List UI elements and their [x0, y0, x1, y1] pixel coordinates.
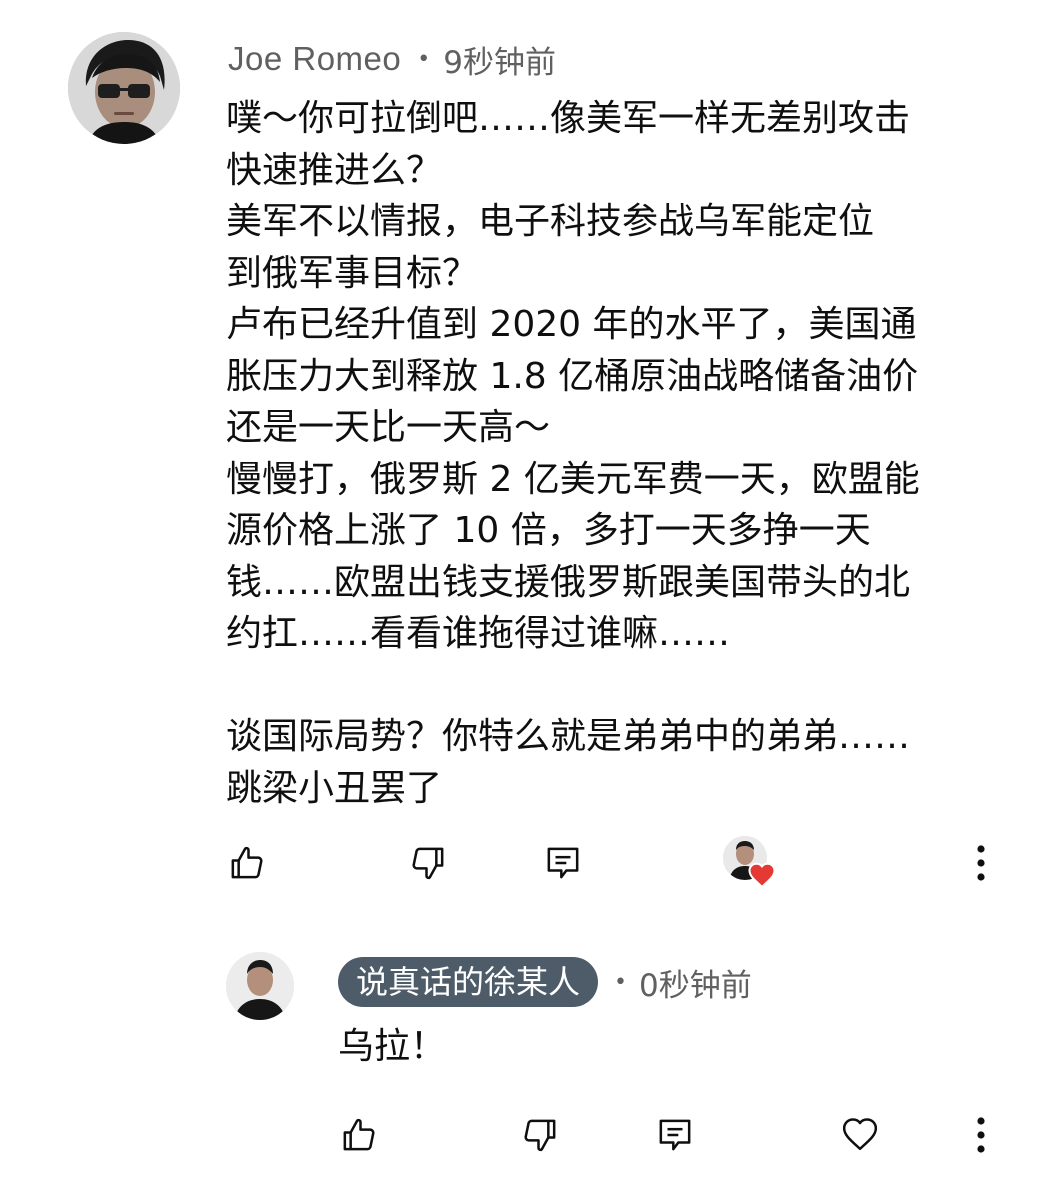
comment-reply-icon — [547, 847, 579, 879]
reply-avatar[interactable] — [226, 952, 294, 1020]
thumb-down-icon — [524, 1119, 556, 1152]
comment-header: Joe Romeo • 9秒钟前 — [228, 36, 556, 82]
creator-heart-badge — [719, 833, 779, 893]
reply-time: 0秒钟前 — [639, 967, 752, 1004]
dislike-button[interactable] — [510, 1105, 570, 1165]
separator-dot: • — [614, 969, 627, 995]
thumb-up-icon — [343, 1118, 375, 1151]
comment-reply-icon — [659, 1119, 691, 1151]
creator-name-badge[interactable]: 说真话的徐某人 — [338, 957, 599, 1007]
like-button[interactable] — [329, 1105, 389, 1165]
comment-line: 谈国际局势？你特么就是弟弟中的弟弟…… — [226, 716, 911, 757]
like-button[interactable] — [217, 833, 277, 893]
dislike-button[interactable] — [398, 833, 458, 893]
comment-line: 跳梁小丑罢了 — [226, 767, 443, 809]
more-vertical-icon — [977, 1117, 985, 1153]
comment-line: 还是一天比一天高～ — [226, 407, 551, 448]
reply-text: 乌拉！ — [338, 1026, 447, 1067]
comment-time: 9秒钟前 — [443, 44, 556, 81]
heart-outline-icon — [842, 1118, 878, 1151]
reply-header: 说真话的徐某人 • 0秒钟前 — [338, 957, 752, 1007]
comment-line: 源价格上涨了 10 倍，多打一天多挣一天 — [226, 510, 871, 551]
more-vertical-icon — [977, 845, 985, 881]
thumb-up-icon — [231, 846, 263, 879]
comment-line: 约扛……看看谁拖得过谁嘛…… — [226, 613, 731, 654]
comment-line: 到俄军事目标？ — [226, 252, 479, 294]
author-name[interactable]: Joe Romeo — [228, 40, 401, 78]
comment-action-bar — [0, 833, 1054, 893]
comment-line: 胀压力大到释放 1.8 亿桶原油战略储备油价 — [226, 355, 919, 397]
reply-button[interactable] — [645, 1105, 705, 1165]
reply-avatar-photo — [226, 952, 294, 1020]
comment-line — [226, 660, 996, 712]
reply-button[interactable] — [533, 833, 593, 893]
more-options-button[interactable] — [951, 1105, 1011, 1165]
avatar-photo — [68, 32, 180, 144]
creator-heart-icon — [748, 862, 776, 889]
comment-line: 卢布已经升值到 2020 年的水平了，美国通 — [226, 304, 917, 345]
comment-line: 快速推进么？ — [226, 149, 443, 191]
reply-action-bar — [0, 1105, 1054, 1165]
comment-line: 慢慢打，俄罗斯 2 亿美元军费一天，欧盟能 — [226, 458, 920, 500]
heart-button[interactable] — [830, 1105, 890, 1165]
comment-line: 美军不以情报，电子科技参战乌军能定位 — [226, 201, 875, 242]
separator-dot: • — [417, 46, 431, 72]
comment-line: 噗～你可拉倒吧……像美军一样无差别攻击 — [226, 98, 911, 139]
thumb-down-icon — [412, 847, 444, 880]
more-options-button[interactable] — [951, 833, 1011, 893]
avatar[interactable] — [68, 32, 180, 144]
comment-text: 噗～你可拉倒吧……像美军一样无差别攻击 快速推进么？ 美军不以情报，电子科技参战… — [226, 93, 996, 814]
comment-line: 钱……欧盟出钱支援俄罗斯跟美国带头的北 — [226, 561, 911, 603]
